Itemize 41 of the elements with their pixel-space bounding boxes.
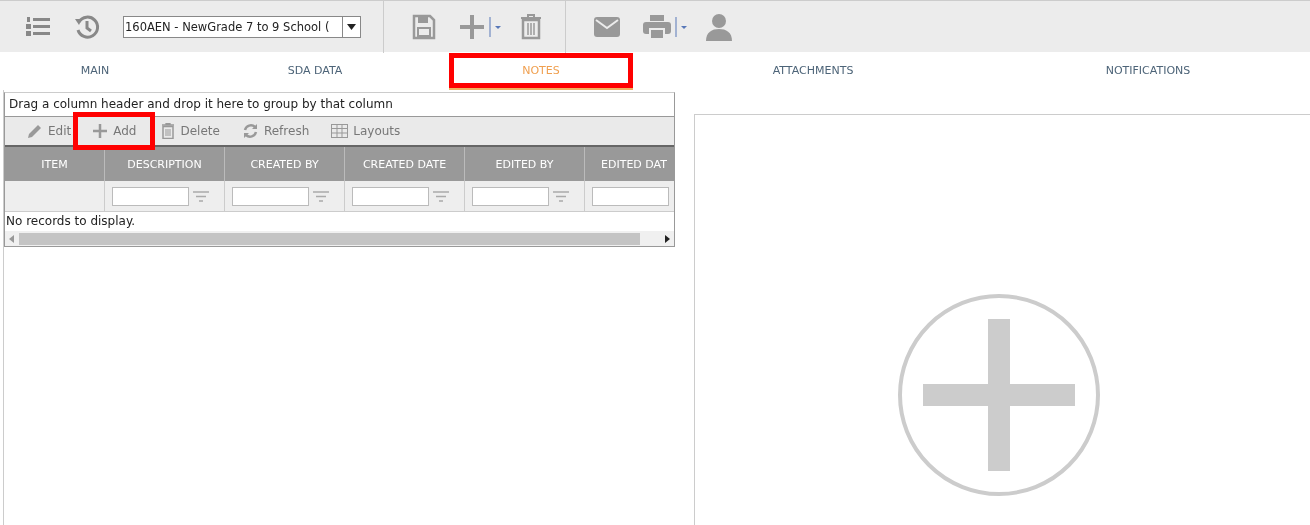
edit-button[interactable]: Edit — [25, 119, 74, 143]
filter-icon[interactable] — [313, 190, 329, 202]
table-icon — [331, 124, 349, 138]
save-icon[interactable] — [412, 13, 436, 40]
trash-icon — [161, 123, 176, 139]
filter-field[interactable] — [472, 186, 549, 206]
scroll-right-icon[interactable] — [664, 234, 670, 243]
tab[interactable]: SDA DATA — [257, 52, 373, 90]
trash-icon[interactable] — [520, 13, 542, 40]
add-icon[interactable] — [459, 13, 485, 40]
dropdown-caret-icon[interactable] — [674, 14, 688, 39]
filter-field[interactable] — [112, 186, 189, 206]
dropdown-caret-icon[interactable] — [488, 14, 502, 39]
tab[interactable]: NOTES — [449, 53, 633, 90]
pencil-icon — [27, 123, 43, 139]
filter-icon[interactable] — [553, 190, 569, 202]
person-icon[interactable] — [706, 12, 732, 41]
tab[interactable]: NOTIFICATIONS — [1075, 52, 1221, 90]
caret-icon — [347, 23, 356, 30]
horizontal-scrollbar[interactable] — [5, 231, 674, 246]
printer-icon[interactable] — [643, 13, 671, 40]
history-icon[interactable] — [74, 13, 100, 40]
add-circle-icon[interactable] — [896, 293, 1101, 497]
tab[interactable]: ATTACHMENTS — [742, 52, 884, 90]
mail-icon[interactable] — [594, 16, 620, 37]
layouts-button[interactable]: Layouts — [329, 120, 403, 142]
filter-icon[interactable] — [193, 190, 209, 202]
add-button[interactable]: Add — [73, 112, 156, 150]
refresh-button[interactable]: Refresh — [239, 119, 312, 143]
delete-button[interactable]: Delete — [159, 119, 222, 143]
empty-message: No records to display. — [5, 213, 137, 230]
column-header[interactable]: EDITED DAT — [585, 147, 672, 181]
scroll-left-icon[interactable] — [9, 234, 15, 243]
tab[interactable]: MAIN — [50, 52, 140, 90]
filter-field[interactable] — [592, 186, 669, 206]
filter-field[interactable] — [352, 186, 429, 206]
filter-field[interactable] — [232, 186, 309, 206]
plus-icon — [92, 123, 109, 139]
refresh-icon — [241, 123, 259, 139]
filter-icon[interactable] — [433, 190, 449, 202]
record-select[interactable]: 160AEN - NewGrade 7 to 9 School ( — [123, 15, 361, 38]
